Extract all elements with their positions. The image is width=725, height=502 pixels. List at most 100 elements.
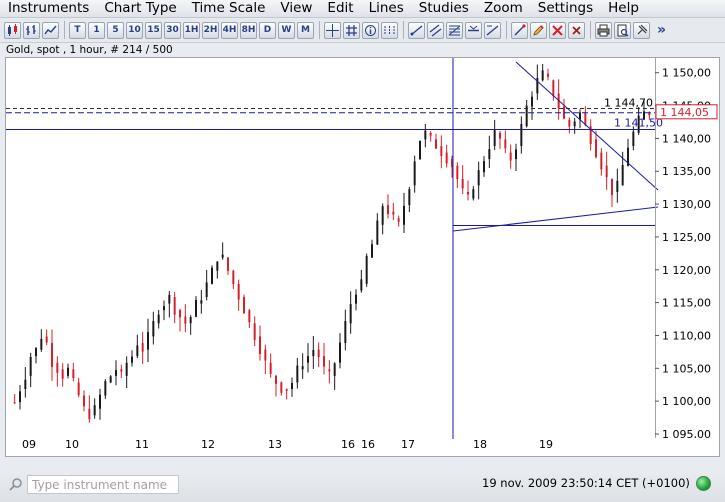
date-tick-label: 13 (268, 438, 282, 451)
candle-body (413, 161, 416, 186)
menu-zoom[interactable]: Zoom (476, 0, 530, 17)
candle-body (648, 113, 651, 116)
candle-body (339, 342, 341, 363)
menu-chart-type[interactable]: Chart Type (96, 0, 183, 17)
candle-body (440, 145, 443, 156)
candle-body (259, 336, 261, 355)
more-tools-button[interactable]: » (652, 22, 671, 39)
print-icon[interactable] (595, 21, 612, 39)
candle-body (285, 389, 288, 391)
price-tick-label: 1 120,00 (662, 264, 711, 277)
timescale-4h-button[interactable]: 4H (221, 21, 238, 39)
timescale-10m-button[interactable]: 10 (126, 21, 143, 39)
candle-body (387, 205, 389, 215)
candle-body (621, 165, 624, 186)
pin-icon[interactable] (633, 21, 650, 39)
pencil-icon[interactable] (530, 21, 547, 39)
date-tick-label: 12 (201, 438, 215, 451)
candle-body (61, 369, 64, 379)
menu-edit[interactable]: Edit (319, 0, 360, 17)
trend-line-icon[interactable] (408, 21, 425, 39)
bar-chart-icon[interactable] (23, 21, 40, 39)
candlestick-chart[interactable]: 1 144,701 141,50 (6, 58, 720, 457)
timescale-15m-button[interactable]: 15 (145, 21, 162, 39)
candlestick-chart-icon[interactable] (4, 21, 21, 39)
candle-body (493, 130, 496, 146)
timescale-month-button[interactable]: M (297, 21, 314, 39)
menu-lines[interactable]: Lines (361, 0, 411, 17)
edit-line-icon[interactable] (511, 21, 528, 39)
date-axis: 09 10 11 12 13 16 16 17 18 19 (22, 438, 553, 451)
candle-body (275, 375, 277, 384)
candle-body (83, 395, 85, 407)
grid-icon[interactable] (343, 21, 360, 39)
menu-instruments[interactable]: Instruments (0, 0, 96, 17)
info-icon[interactable] (362, 21, 379, 39)
chart-panel[interactable]: 1 144,70 1 141,50 (5, 57, 720, 457)
text-label-icon[interactable] (484, 21, 501, 39)
instrument-search-input[interactable] (28, 477, 182, 492)
candle-body (13, 402, 16, 404)
horizontal-line-icon[interactable] (465, 21, 482, 39)
fibonacci-icon[interactable] (446, 21, 463, 39)
timescale-5m-button[interactable]: 5 (107, 21, 124, 39)
candle-body (461, 178, 464, 189)
menu-help[interactable]: Help (600, 0, 646, 17)
toolbar-separator (319, 21, 320, 39)
menu-time-scale[interactable]: Time Scale (184, 0, 273, 17)
candle-body (573, 121, 576, 127)
delete-lines-icon[interactable] (549, 21, 566, 39)
print-preview-icon[interactable] (614, 21, 631, 39)
timescale-8h-button[interactable]: 8H (240, 21, 257, 39)
toolbar-separator (64, 21, 65, 39)
candle-body (291, 383, 293, 390)
candle-body (376, 220, 379, 245)
candle-body (477, 170, 480, 186)
timescale-30m-button[interactable]: 30 (164, 21, 181, 39)
menu-settings[interactable]: Settings (530, 0, 600, 17)
candle-body (467, 191, 469, 195)
period-separator-icon[interactable] (381, 21, 398, 39)
candle-body (125, 362, 128, 376)
candle-body (323, 356, 325, 367)
candle-body (179, 310, 181, 318)
price-tick-label: 1 125,00 (662, 231, 711, 244)
candle-body (419, 140, 421, 160)
candle-body (328, 369, 331, 372)
candle-body (88, 408, 91, 420)
channel-line-icon[interactable] (427, 21, 444, 39)
candle-body (109, 376, 112, 383)
candle-body (269, 362, 272, 374)
delete-all-icon[interactable] (568, 21, 585, 39)
timescale-2h-button[interactable]: 2H (202, 21, 219, 39)
price-tick-label: 1 100,00 (662, 395, 711, 408)
timescale-week-button[interactable]: W (278, 21, 295, 39)
toolbar: T 1 5 10 15 30 1H 2H 4H 8H D W M » (0, 18, 725, 43)
candle-body (301, 366, 304, 370)
price-tick-label: 1 150,00 (662, 67, 711, 80)
candle-body (616, 180, 619, 192)
menu-studies[interactable]: Studies (411, 0, 476, 17)
candle-body (56, 362, 59, 373)
candle-body (131, 356, 133, 363)
candle-body (232, 270, 235, 285)
timescale-tick-button[interactable]: T (69, 21, 86, 39)
timescale-1h-button[interactable]: 1H (183, 21, 200, 39)
candle-body (435, 139, 437, 149)
candle-body (205, 282, 208, 298)
timescale-1m-button[interactable]: 1 (88, 21, 105, 39)
candle-body (227, 257, 229, 271)
candle-body (45, 336, 48, 343)
price-tick-label: 1 115,00 (662, 297, 711, 310)
candle-body (211, 267, 213, 284)
price-tick-label: 1 095,00 (662, 428, 711, 438)
price-tick-label: 1 130,00 (662, 198, 711, 211)
crosshair-icon[interactable] (324, 21, 341, 39)
menu-view[interactable]: View (272, 0, 319, 17)
timescale-day-button[interactable]: D (259, 21, 276, 39)
candle-body (19, 391, 21, 403)
line-chart-icon[interactable] (42, 21, 59, 39)
candle-body (595, 139, 597, 158)
candle-body (333, 363, 336, 376)
instrument-search-field[interactable] (27, 475, 182, 494)
